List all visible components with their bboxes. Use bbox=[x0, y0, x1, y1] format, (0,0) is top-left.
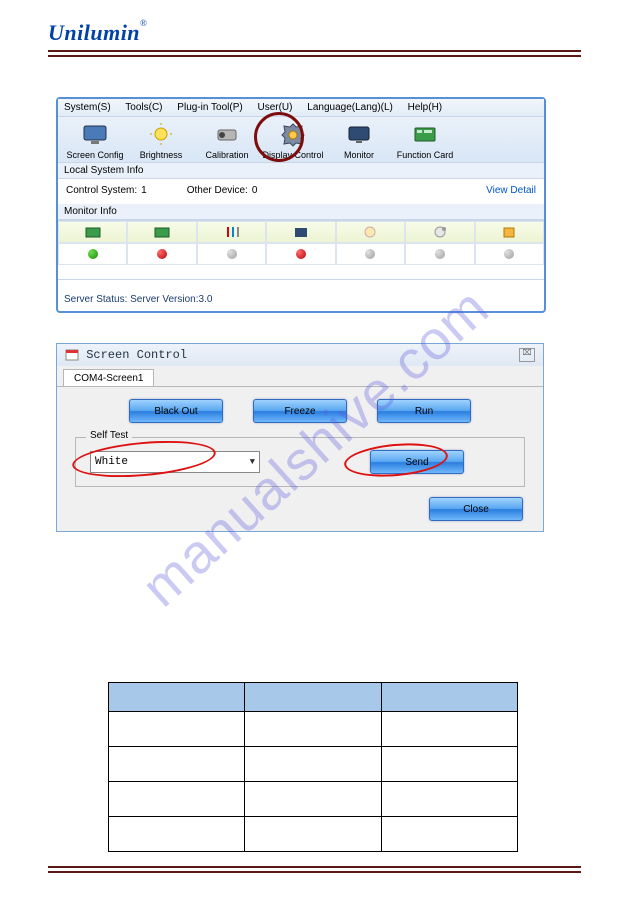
screen-control-window: Screen Control ⌧ COM4-Screen1 Black Out … bbox=[56, 343, 544, 532]
toolbar-brightness[interactable]: Brightness bbox=[128, 120, 194, 160]
monitor-status-cell bbox=[266, 243, 335, 265]
table-row bbox=[109, 712, 518, 747]
status-dot-red bbox=[157, 249, 167, 259]
window-title: Screen Control bbox=[86, 348, 187, 362]
local-system-info-label: Local System Info bbox=[58, 163, 544, 179]
toolbar-screen-config[interactable]: Screen Config bbox=[62, 120, 128, 160]
footer-rule bbox=[48, 866, 581, 873]
toolbar-label: Calibration bbox=[205, 150, 248, 160]
monitor-info-label: Monitor Info bbox=[58, 204, 544, 220]
menu-plugin[interactable]: Plug-in Tool(P) bbox=[177, 102, 242, 113]
table-header-row bbox=[109, 683, 518, 712]
monitor-status-row bbox=[58, 243, 544, 265]
toolbar-label: Function Card bbox=[397, 150, 454, 160]
control-system-value: 1 bbox=[141, 185, 147, 196]
window-icon bbox=[65, 349, 79, 361]
menu-help[interactable]: Help(H) bbox=[408, 102, 442, 113]
app-window-novalct: System(S) Tools(C) Plug-in Tool(P) User(… bbox=[56, 97, 546, 313]
close-icon[interactable]: ⌧ bbox=[519, 348, 535, 362]
toolbar-label: Brightness bbox=[140, 150, 183, 160]
toolbar-monitor[interactable]: Monitor bbox=[326, 120, 392, 160]
monitor-header-cell bbox=[266, 221, 335, 243]
self-test-fieldset: Self Test White ▼ Send bbox=[75, 437, 525, 487]
toolbar-display-control[interactable]: Display Control bbox=[260, 120, 326, 160]
monitor-status-cell bbox=[127, 243, 196, 265]
monitor-status-cell bbox=[475, 243, 544, 265]
menubar: System(S) Tools(C) Plug-in Tool(P) User(… bbox=[58, 99, 544, 117]
toolbar: Screen Config Brightness Calibration Dis… bbox=[58, 117, 544, 163]
status-dot-gray bbox=[227, 249, 237, 259]
monitor-status-cell bbox=[405, 243, 474, 265]
menu-tools[interactable]: Tools(C) bbox=[125, 102, 162, 113]
display-control-icon bbox=[279, 120, 307, 148]
monitor-header-cell bbox=[197, 221, 266, 243]
select-value: White bbox=[95, 456, 128, 468]
monitor-status-cell bbox=[58, 243, 127, 265]
close-button[interactable]: Close bbox=[429, 497, 523, 521]
status-dot-red bbox=[296, 249, 306, 259]
monitor-status-cell bbox=[197, 243, 266, 265]
button-row: Black Out Freeze Run bbox=[71, 399, 529, 423]
status-dot-green bbox=[88, 249, 98, 259]
status-bar: Server Status: Server Version:3.0 bbox=[58, 279, 544, 311]
header-rule bbox=[48, 50, 581, 57]
window-titlebar: Screen Control ⌧ bbox=[57, 344, 543, 366]
menu-user[interactable]: User(U) bbox=[257, 102, 292, 113]
brand-text: Unilumin bbox=[48, 20, 140, 45]
table-header-cell bbox=[109, 683, 245, 712]
table-row bbox=[109, 747, 518, 782]
status-dot-gray bbox=[504, 249, 514, 259]
blackout-button[interactable]: Black Out bbox=[129, 399, 223, 423]
other-device-value: 0 bbox=[252, 185, 258, 196]
menu-system[interactable]: System(S) bbox=[64, 102, 111, 113]
send-button[interactable]: Send bbox=[370, 450, 464, 474]
monitor-header-cell bbox=[127, 221, 196, 243]
view-detail-link[interactable]: View Detail bbox=[486, 185, 536, 196]
screen-config-icon bbox=[81, 120, 109, 148]
monitor-header-cell bbox=[405, 221, 474, 243]
registered-symbol: ® bbox=[140, 18, 147, 28]
control-system-label: Control System: bbox=[66, 185, 137, 196]
monitor-header-cell bbox=[58, 221, 127, 243]
freeze-button[interactable]: Freeze bbox=[253, 399, 347, 423]
toolbar-function-card[interactable]: Function Card bbox=[392, 120, 458, 160]
monitor-header-cell bbox=[475, 221, 544, 243]
status-dot-gray bbox=[435, 249, 445, 259]
monitor-header-cell bbox=[336, 221, 405, 243]
brand-logo: Unilumin® bbox=[48, 20, 581, 46]
window-body: Black Out Freeze Run Self Test White ▼ S… bbox=[57, 386, 543, 531]
tab-com4-screen1[interactable]: COM4-Screen1 bbox=[63, 369, 154, 387]
monitor-grid bbox=[58, 220, 544, 265]
toolbar-label: Display Control bbox=[262, 150, 323, 160]
run-button[interactable]: Run bbox=[377, 399, 471, 423]
table-row bbox=[109, 782, 518, 817]
status-dot-gray bbox=[365, 249, 375, 259]
self-test-select[interactable]: White ▼ bbox=[90, 451, 260, 473]
monitor-status-cell bbox=[336, 243, 405, 265]
document-table bbox=[108, 682, 518, 852]
other-device-label: Other Device: bbox=[187, 185, 248, 196]
function-card-icon bbox=[411, 120, 439, 148]
table-header-cell bbox=[245, 683, 381, 712]
brightness-icon bbox=[147, 120, 175, 148]
table-header-cell bbox=[381, 683, 517, 712]
calibration-icon bbox=[213, 120, 241, 148]
toolbar-label: Monitor bbox=[344, 150, 374, 160]
local-system-info: Control System: 1 Other Device: 0 View D… bbox=[58, 179, 544, 204]
toolbar-calibration[interactable]: Calibration bbox=[194, 120, 260, 160]
monitor-icon bbox=[345, 120, 373, 148]
chevron-down-icon: ▼ bbox=[250, 457, 255, 467]
self-test-legend: Self Test bbox=[86, 430, 132, 441]
monitor-header-row bbox=[58, 221, 544, 243]
table-row bbox=[109, 817, 518, 852]
menu-language[interactable]: Language(Lang)(L) bbox=[307, 102, 393, 113]
toolbar-label: Screen Config bbox=[66, 150, 123, 160]
